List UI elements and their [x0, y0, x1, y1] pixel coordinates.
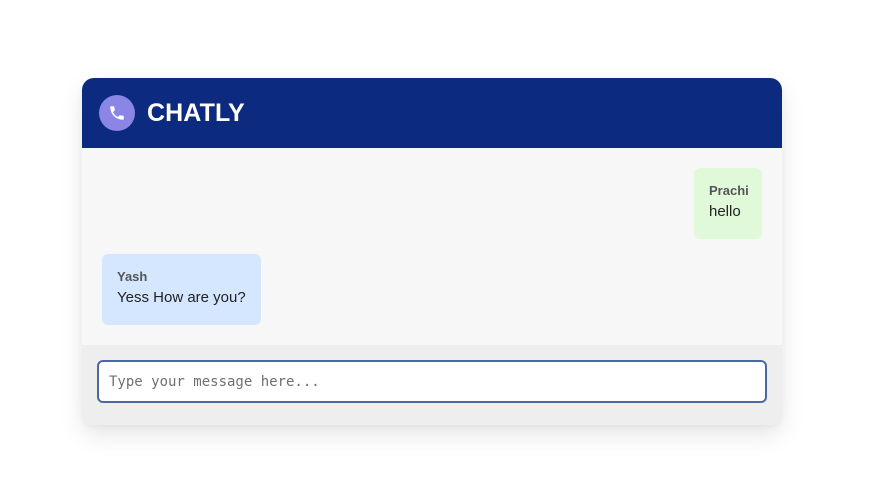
message-text: Yess How are you?	[117, 289, 246, 306]
chat-window: CHATLY Prachi hello Yash Yess How are yo…	[82, 78, 782, 425]
phone-icon	[99, 95, 135, 131]
message-composer	[82, 345, 782, 425]
message-sender: Yash	[117, 269, 148, 284]
message-input[interactable]	[97, 360, 767, 403]
received-message: Yash Yess How are you?	[102, 254, 261, 325]
message-text: hello	[709, 203, 741, 220]
sent-message: Prachi hello	[694, 168, 762, 239]
chat-header: CHATLY	[82, 78, 782, 148]
app-title: CHATLY	[147, 98, 245, 127]
message-sender: Prachi	[709, 183, 749, 198]
message-list[interactable]: Prachi hello Yash Yess How are you?	[82, 148, 782, 345]
